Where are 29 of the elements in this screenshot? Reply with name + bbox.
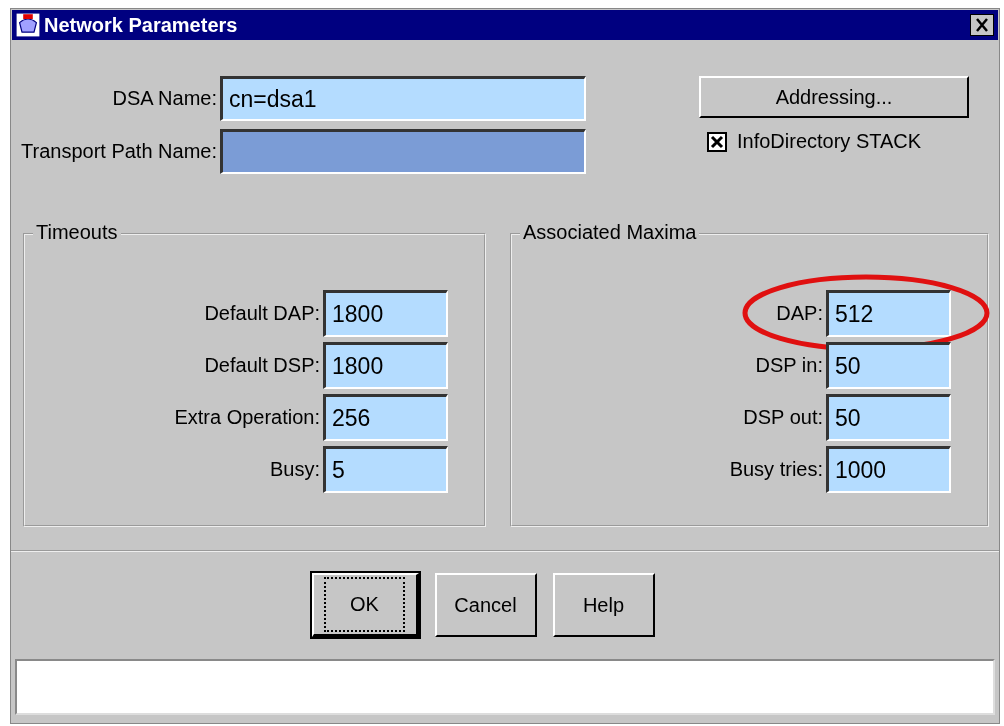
input-field[interactable]: 50: [826, 342, 951, 389]
input-field[interactable]: 1800: [323, 290, 449, 337]
field-label: Busy:: [270, 458, 321, 481]
field-label: DAP:: [776, 302, 823, 325]
field-label: Transport Path Name:: [21, 140, 217, 163]
input-field[interactable]: cn=dsa1: [220, 76, 586, 121]
field-label: DSP in:: [755, 354, 823, 377]
dialog-button[interactable]: OK: [311, 573, 419, 637]
field-label: DSA Name:: [112, 87, 217, 110]
input-field[interactable]: 1000: [826, 446, 951, 493]
input-field[interactable]: 5: [323, 446, 449, 493]
input-field[interactable]: 50: [826, 394, 951, 441]
field-label: Default DAP:: [204, 302, 321, 325]
field-label: Extra Operation:: [174, 406, 321, 429]
input-field[interactable]: 256: [323, 394, 449, 441]
app-icon: [16, 13, 40, 37]
checkbox-label: InfoDirectory STACK: [737, 130, 922, 153]
input-field[interactable]: 512: [826, 290, 951, 337]
checkbox[interactable]: [707, 131, 727, 152]
input-field[interactable]: [220, 129, 586, 174]
close-icon[interactable]: [970, 14, 994, 36]
dialog-button[interactable]: Help: [552, 573, 655, 637]
window-title: Network Parameters: [44, 13, 239, 37]
field-label: Busy tries:: [729, 458, 823, 481]
field-label: DSP out:: [743, 406, 823, 429]
dialog-button[interactable]: Cancel: [434, 573, 537, 637]
addressing-button[interactable]: Addressing...: [699, 76, 969, 118]
input-field[interactable]: 1800: [323, 342, 449, 389]
field-label: Default DSP:: [204, 354, 321, 377]
